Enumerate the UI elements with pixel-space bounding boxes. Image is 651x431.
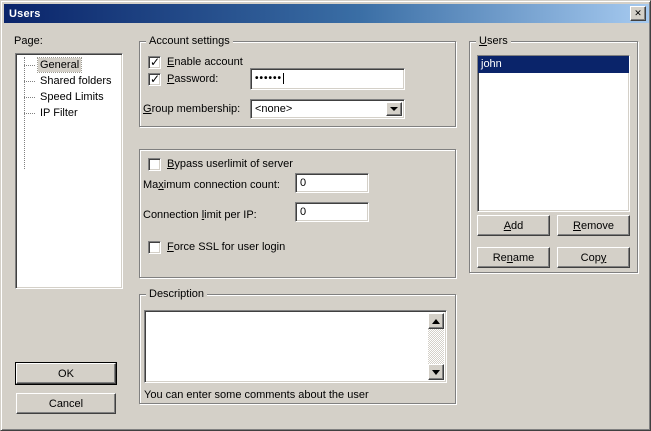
copy-button-label: Copy (581, 252, 607, 264)
password-checkbox[interactable] (148, 73, 161, 86)
user-item-john[interactable]: john (478, 56, 629, 73)
arrow-up-icon (432, 315, 440, 324)
window-title: Users (4, 8, 41, 20)
page-item-label: IP Filter (38, 106, 80, 120)
group-membership-value: <none> (255, 103, 292, 115)
user-item-label: john (481, 58, 502, 70)
scroll-up-button[interactable] (428, 313, 444, 329)
connection-limits-group: Bypass userlimit of server Maximum conne… (139, 149, 456, 278)
users-list[interactable]: john (477, 55, 630, 212)
page-item-ip-filter[interactable]: IP Filter (16, 105, 122, 121)
account-settings-group: Account settings Enable account Password… (139, 41, 456, 127)
dropdown-button[interactable] (386, 102, 402, 116)
connection-limit-ip-label: Connection limit per IP: (143, 208, 257, 222)
scrollbar-track[interactable] (428, 313, 444, 380)
ok-button-label: OK (58, 368, 74, 380)
close-icon: ✕ (634, 9, 642, 18)
enable-account-label[interactable]: Enable account (167, 55, 243, 69)
page-item-label: Shared folders (38, 74, 114, 88)
description-caption: Description (146, 287, 207, 301)
page-item-general[interactable]: General (16, 57, 122, 73)
max-connection-value: 0 (300, 177, 306, 189)
arrow-down-icon (432, 370, 440, 379)
bypass-userlimit-checkbox[interactable] (148, 158, 161, 171)
rename-button-label: Rename (493, 252, 535, 264)
text-caret (283, 73, 284, 84)
rename-button[interactable]: Rename (477, 247, 550, 268)
cancel-button[interactable]: Cancel (16, 393, 116, 414)
force-ssl-checkbox[interactable] (148, 241, 161, 254)
close-button[interactable]: ✕ (630, 6, 646, 21)
add-button-label: Add (504, 220, 524, 232)
cancel-button-label: Cancel (49, 398, 83, 410)
page-label: Page: (14, 34, 43, 48)
description-group: Description You can enter some comments … (139, 294, 456, 404)
page-item-shared-folders[interactable]: Shared folders (16, 73, 122, 89)
copy-button[interactable]: Copy (557, 247, 630, 268)
group-membership-select[interactable]: <none> (250, 99, 405, 119)
password-label[interactable]: Password: (167, 72, 218, 86)
password-value: •••••• (255, 73, 282, 84)
add-button[interactable]: Add (477, 215, 550, 236)
connection-limit-ip-input[interactable]: 0 (295, 202, 369, 222)
remove-button-label: Remove (573, 220, 614, 232)
page-item-speed-limits[interactable]: Speed Limits (16, 89, 122, 105)
chevron-down-icon (390, 107, 398, 115)
connection-limit-ip-value: 0 (300, 206, 306, 218)
page-item-label: General (38, 58, 81, 72)
account-settings-caption: Account settings (146, 34, 233, 48)
max-connection-input[interactable]: 0 (295, 173, 369, 193)
ok-button[interactable]: OK (16, 363, 116, 384)
page-item-label: Speed Limits (38, 90, 106, 104)
max-connection-label: Maximum connection count: (143, 178, 280, 192)
users-caption: Users (476, 34, 511, 48)
scroll-down-button[interactable] (428, 364, 444, 380)
force-ssl-label[interactable]: Force SSL for user login (167, 240, 285, 254)
title-bar[interactable]: Users ✕ (4, 4, 649, 23)
bypass-userlimit-label[interactable]: Bypass userlimit of server (167, 157, 293, 171)
password-input[interactable]: •••••• (250, 68, 405, 90)
enable-account-checkbox[interactable] (148, 56, 161, 69)
remove-button[interactable]: Remove (557, 215, 630, 236)
users-dialog: Users ✕ Page: General Shared folders Spe… (0, 0, 651, 431)
page-tree[interactable]: General Shared folders Speed Limits IP F… (15, 53, 123, 289)
group-membership-label: Group membership: (143, 102, 240, 116)
description-textarea[interactable] (144, 310, 447, 383)
description-hint: You can enter some comments about the us… (144, 388, 369, 402)
users-group: Users john Add Remove Rename Copy (469, 41, 638, 273)
